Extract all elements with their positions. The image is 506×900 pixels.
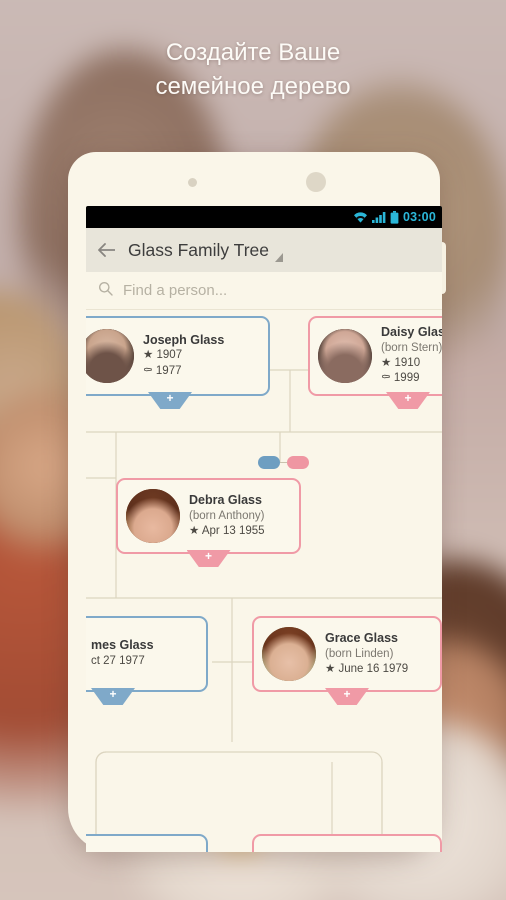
pill-link bbox=[280, 462, 287, 463]
hero-title: Создайте Ваше семейное дерево bbox=[0, 36, 506, 104]
search-input[interactable]: Find a person... bbox=[123, 282, 227, 299]
wifi-icon bbox=[353, 211, 368, 223]
battery-icon bbox=[390, 210, 399, 224]
page-title[interactable]: Glass Family Tree bbox=[128, 240, 269, 261]
phone-screen: 03:00 Glass Family Tree Find a person... bbox=[86, 206, 442, 852]
person-name: Grace Glass bbox=[325, 630, 398, 645]
person-name: Daisy Glass bbox=[381, 325, 442, 340]
person-name: Joseph Glass bbox=[143, 332, 225, 347]
avatar bbox=[86, 329, 134, 383]
couple-indicator[interactable] bbox=[258, 456, 309, 469]
person-card-next-female[interactable] bbox=[252, 834, 442, 852]
person-name: Debra Glass bbox=[189, 492, 262, 507]
avatar bbox=[126, 489, 180, 543]
app-bar: Glass Family Tree bbox=[86, 228, 442, 272]
search-icon bbox=[98, 281, 113, 301]
male-pill-icon bbox=[258, 456, 280, 469]
person-death: ⚰ 1977 bbox=[143, 364, 182, 377]
person-card-daisy[interactable]: Daisy Glass (born Stern) ★ 1910 ⚰ 1999 + bbox=[308, 316, 442, 409]
avatar bbox=[318, 329, 372, 383]
person-name: mes Glass bbox=[91, 638, 154, 653]
hero-line-1: Создайте Ваше bbox=[165, 39, 341, 66]
person-card-debra[interactable]: Debra Glass (born Anthony) ★ Apr 13 1955… bbox=[116, 478, 301, 567]
person-born-name: (born Stern) bbox=[381, 341, 442, 354]
person-birth: ★ 1907 bbox=[143, 349, 183, 362]
person-card-james[interactable]: mes Glass ct 27 1977 + bbox=[86, 616, 208, 705]
status-bar-clock: 03:00 bbox=[403, 209, 436, 224]
family-tree-canvas[interactable]: Joseph Glass ★ 1907 ⚰ 1977 + Daisy Glass… bbox=[86, 310, 442, 852]
front-camera bbox=[306, 172, 326, 192]
dropdown-caret-icon[interactable] bbox=[275, 253, 283, 262]
status-bar: 03:00 bbox=[86, 206, 442, 228]
avatar bbox=[262, 627, 316, 681]
person-card-joseph[interactable]: Joseph Glass ★ 1907 ⚰ 1977 + bbox=[86, 316, 270, 409]
female-pill-icon bbox=[287, 456, 309, 469]
person-born-name: (born Linden) bbox=[325, 647, 394, 660]
person-birth: ★ Apr 13 1955 bbox=[189, 524, 265, 537]
signal-bars-icon bbox=[372, 211, 386, 223]
phone-frame: 03:00 Glass Family Tree Find a person... bbox=[68, 152, 446, 852]
person-card-next-male[interactable] bbox=[86, 834, 208, 852]
person-birth: ★ June 16 1979 bbox=[325, 662, 409, 675]
person-death: ⚰ 1999 bbox=[381, 372, 420, 385]
person-birth: ct 27 1977 bbox=[91, 655, 145, 668]
person-born-name: (born Anthony) bbox=[189, 509, 265, 522]
proximity-sensor bbox=[188, 178, 197, 187]
person-card-grace[interactable]: Grace Glass (born Linden) ★ June 16 1979… bbox=[252, 616, 442, 705]
hero-line-2: семейное дерево bbox=[155, 73, 351, 101]
search-bar[interactable]: Find a person... bbox=[86, 272, 442, 310]
back-arrow-icon[interactable] bbox=[96, 239, 118, 261]
person-birth: ★ 1910 bbox=[381, 356, 421, 369]
